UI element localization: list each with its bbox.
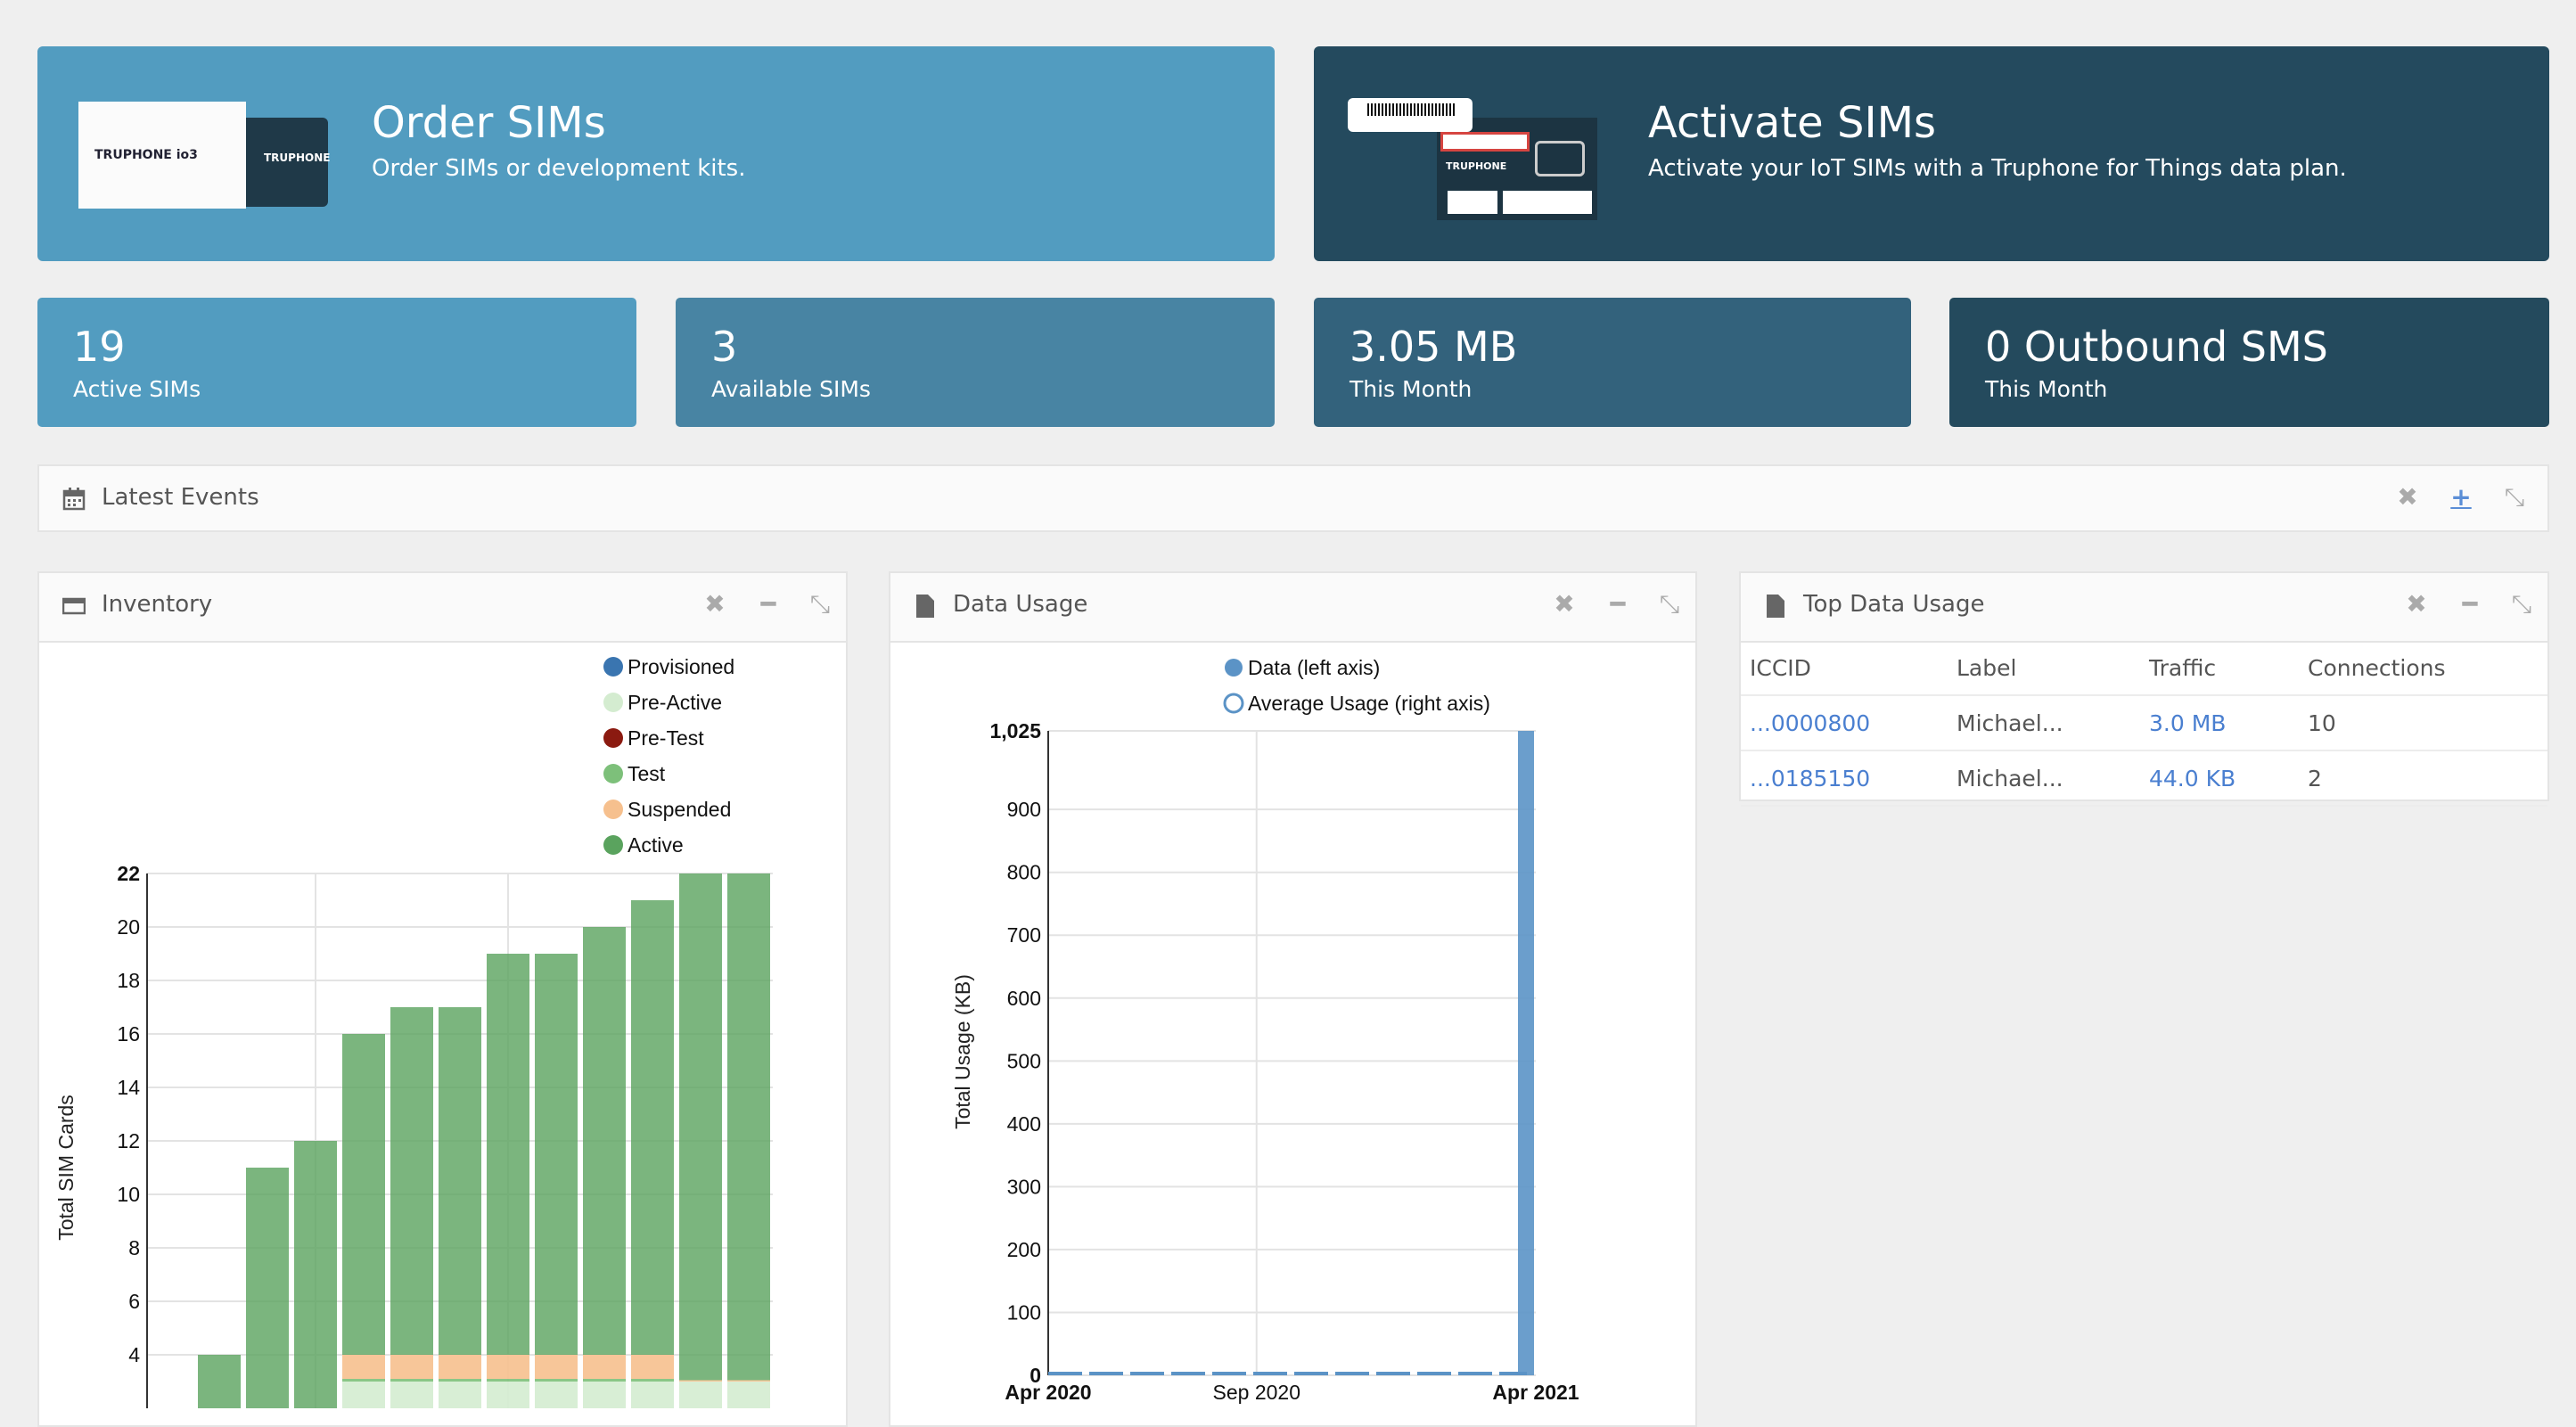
y-tick-label: 500: [1007, 1049, 1041, 1072]
bar-pre-active: [631, 1382, 674, 1408]
legend-marker: [1223, 693, 1244, 714]
bar-active: [583, 927, 626, 1355]
legend-label: Pre-Test: [628, 726, 704, 750]
bar-pre-active: [535, 1382, 578, 1408]
bar-pre-active: [390, 1382, 433, 1408]
x-tick-label: Sep 2020: [1213, 1381, 1300, 1404]
y-tick-label: 200: [1007, 1238, 1041, 1261]
bar-active: [487, 954, 529, 1355]
bar-active: [246, 1168, 289, 1408]
bar-active: [294, 1141, 337, 1408]
bar-active: [679, 873, 722, 1381]
y-tick-label: 400: [1007, 1112, 1041, 1136]
bar-suspended: [390, 1355, 433, 1379]
y-tick-label: 300: [1007, 1175, 1041, 1198]
bar-test: [535, 1379, 578, 1382]
bar-test: [390, 1379, 433, 1382]
bar-suspended: [487, 1355, 529, 1379]
y-tick-label: 6: [128, 1290, 140, 1313]
y-tick-label: 16: [117, 1022, 140, 1046]
bar-active: [631, 900, 674, 1355]
y-tick-label: 900: [1007, 798, 1041, 821]
legend-label: Data (left axis): [1248, 656, 1380, 679]
y-tick-label: 100: [1007, 1300, 1041, 1324]
bar-active: [342, 1034, 385, 1355]
y-tick-label: 14: [117, 1076, 140, 1099]
bar-pre-active: [679, 1382, 722, 1408]
x-tick-label: Apr 2021: [1492, 1381, 1579, 1404]
bar-suspended: [439, 1355, 481, 1379]
legend-marker: [603, 728, 623, 748]
bar-test: [631, 1379, 674, 1382]
bar-active: [198, 1355, 241, 1408]
legend-label: Provisioned: [628, 655, 734, 678]
bar-test: [439, 1379, 481, 1382]
bar-pre-active: [583, 1382, 626, 1408]
bar-suspended: [535, 1355, 578, 1379]
y-tick-label: 800: [1007, 861, 1041, 884]
bar-suspended: [583, 1355, 626, 1379]
charts-layer: 4 6 8 10 12 14 16 18 20 22 Total SIM Cards Provisio…: [54, 655, 1579, 1408]
y-axis-label: Total Usage (KB): [951, 974, 974, 1129]
bar-pre-active: [727, 1382, 770, 1408]
legend-label: Active: [628, 833, 684, 857]
bar-suspended: [342, 1355, 385, 1379]
y-tick-label: 8: [128, 1236, 140, 1259]
bar-active: [390, 1007, 433, 1355]
legend-label: Suspended: [628, 798, 731, 821]
bar-active: [535, 954, 578, 1355]
legend-marker: [603, 835, 623, 855]
bar-pre-active: [439, 1382, 481, 1408]
y-tick-label: 10: [117, 1183, 140, 1206]
legend-label: Pre-Active: [628, 691, 722, 714]
legend-marker: [603, 693, 623, 712]
bar-suspended: [631, 1355, 674, 1379]
y-tick-label: 1,025: [989, 719, 1041, 742]
bar-test: [583, 1379, 626, 1382]
x-tick-label: Apr 2020: [1005, 1381, 1091, 1404]
bar-test: [487, 1379, 529, 1382]
y-tick-label: 700: [1007, 923, 1041, 947]
y-tick-label: 4: [128, 1343, 140, 1366]
y-tick-label: 12: [117, 1129, 140, 1152]
y-axis-label: Total SIM Cards: [54, 1095, 78, 1241]
bar-suspended: [679, 1380, 722, 1382]
y-tick-label: 18: [117, 969, 140, 992]
y-tick-label: 22: [117, 862, 140, 885]
bar-active: [439, 1007, 481, 1355]
data-bar: [1518, 731, 1534, 1375]
y-tick-label: 600: [1007, 987, 1041, 1010]
legend-label: Average Usage (right axis): [1248, 692, 1490, 715]
legend-label: Test: [628, 762, 666, 785]
legend-marker: [603, 657, 623, 677]
bar-suspended: [727, 1380, 770, 1382]
legend-marker: [1225, 659, 1243, 677]
bar-pre-active: [487, 1382, 529, 1408]
bar-pre-active: [342, 1382, 385, 1408]
y-tick-label: 20: [117, 915, 140, 939]
bar-active: [727, 873, 770, 1381]
legend-marker: [603, 764, 623, 783]
bar-test: [342, 1379, 385, 1382]
legend-marker: [603, 800, 623, 819]
